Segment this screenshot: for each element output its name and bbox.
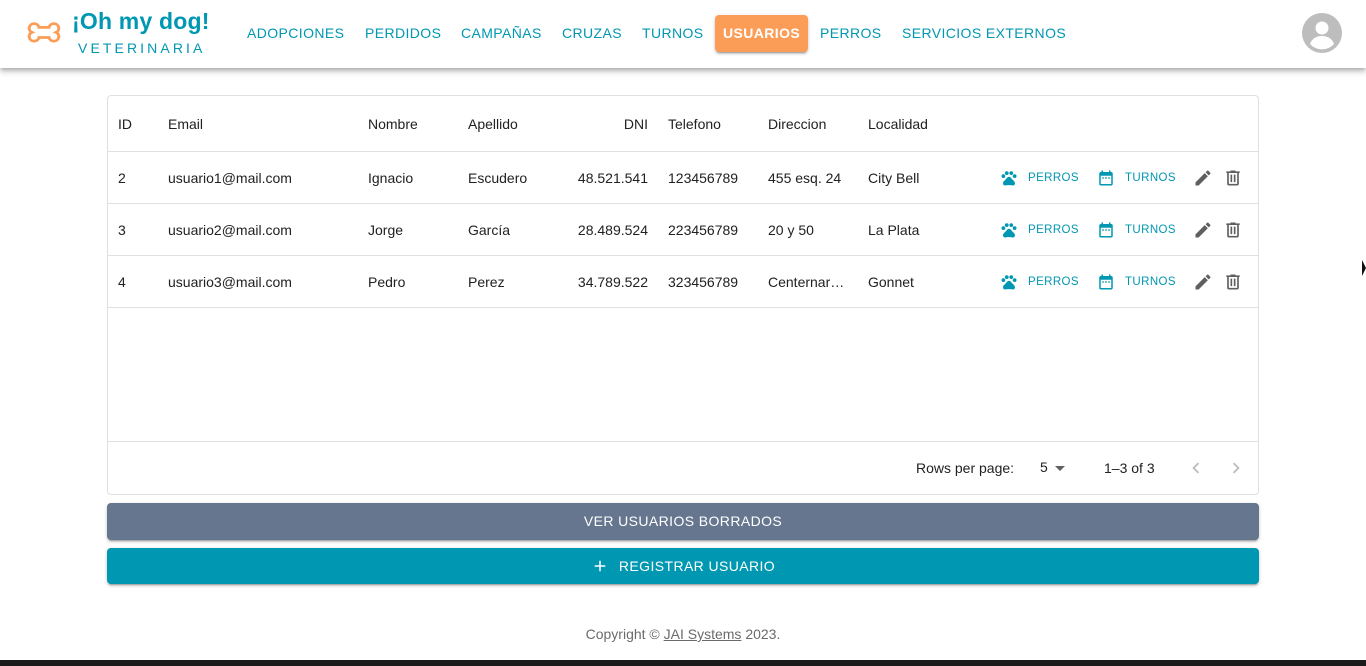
nav-turnos[interactable]: TURNOS: [642, 15, 704, 52]
column-header-localidad[interactable]: Localidad: [868, 96, 988, 151]
view-deleted-users-button[interactable]: VER USUARIOS BORRADOS: [107, 503, 1259, 540]
cell-localidad: La Plata: [868, 221, 920, 238]
cell-nombre: Pedro: [368, 273, 406, 290]
cell-id: 2: [118, 169, 126, 186]
company-link[interactable]: JAI Systems: [664, 626, 742, 642]
page-range: 1–3 of 3: [1104, 460, 1155, 476]
column-header-id[interactable]: ID: [118, 96, 158, 151]
cell-localidad: Gonnet: [868, 273, 914, 290]
nav-adopciones[interactable]: ADOPCIONES: [247, 15, 344, 52]
appointments-button-label: TURNOS: [1125, 224, 1176, 236]
cell-direccion: 455 esq. 24: [768, 169, 842, 186]
table-header-row: ID Email Nombre Apellido DNI Telefono Di…: [108, 96, 1258, 152]
copyright: Copyright © JAI Systems 2023.: [0, 626, 1366, 642]
delete-icon[interactable]: [1223, 220, 1243, 240]
column-header-dni[interactable]: DNI: [558, 96, 648, 151]
dogs-button-label: PERROS: [1028, 224, 1079, 236]
users-table: ID Email Nombre Apellido DNI Telefono Di…: [107, 95, 1259, 495]
column-header-email[interactable]: Email: [168, 96, 358, 151]
copyright-prefix: Copyright ©: [585, 626, 664, 642]
nav-servicios-externos[interactable]: SERVICIOS EXTERNOS: [902, 15, 1066, 52]
pencil-icon[interactable]: [1193, 220, 1213, 240]
dogs-button[interactable]: PERROS: [1000, 270, 1079, 294]
cell-dni: 48.521.541: [577, 169, 648, 186]
pencil-icon[interactable]: [1193, 272, 1213, 292]
table-row[interactable]: 4 usuario3@mail.com Pedro Perez 34.789.5…: [108, 256, 1258, 308]
paw-icon: [1001, 223, 1017, 238]
appointments-button[interactable]: TURNOS: [1097, 166, 1176, 190]
brand-subtitle: VETERINARIA: [78, 40, 206, 56]
dogs-button[interactable]: PERROS: [1000, 218, 1079, 242]
appointments-button[interactable]: TURNOS: [1097, 218, 1176, 242]
cell-id: 4: [118, 273, 126, 290]
appointments-button-label: TURNOS: [1125, 276, 1176, 288]
app-bar: ¡Oh my dog! VETERINARIA ADOPCIONES PERDI…: [0, 0, 1366, 68]
dogs-button-label: PERROS: [1028, 276, 1079, 288]
column-header-telefono[interactable]: Telefono: [668, 96, 758, 151]
cell-direccion: 20 y 50: [768, 221, 814, 238]
cell-direccion: Centernar…: [768, 273, 845, 290]
nav-cruzas[interactable]: CRUZAS: [562, 15, 622, 52]
table-row[interactable]: 3 usuario2@mail.com Jorge García 28.489.…: [108, 204, 1258, 256]
cell-apellido: García: [468, 221, 511, 238]
appointments-button[interactable]: TURNOS: [1097, 270, 1176, 294]
column-header-direccion[interactable]: Direccion: [768, 96, 858, 151]
cell-nombre: Jorge: [368, 221, 404, 238]
bottom-strip: [0, 660, 1366, 666]
bone-icon[interactable]: [26, 21, 62, 45]
calendar-icon: [1099, 274, 1113, 290]
chevron-right-icon[interactable]: [1225, 457, 1247, 479]
delete-icon[interactable]: [1223, 168, 1243, 188]
appointments-button-label: TURNOS: [1125, 172, 1176, 184]
delete-icon[interactable]: [1223, 272, 1243, 292]
cell-email: usuario2@mail.com: [168, 221, 292, 238]
cell-email: usuario1@mail.com: [168, 169, 292, 186]
rows-per-page-label: Rows per page:: [916, 460, 1015, 476]
cell-apellido: Escudero: [468, 169, 528, 186]
brand-title[interactable]: ¡Oh my dog!: [72, 8, 210, 35]
paw-icon: [1001, 171, 1017, 186]
account-circle-icon[interactable]: [1302, 13, 1342, 53]
cell-nombre: Ignacio: [368, 169, 414, 186]
calendar-icon: [1099, 170, 1113, 186]
pencil-icon[interactable]: [1193, 168, 1213, 188]
copyright-suffix: 2023.: [741, 626, 781, 642]
chevron-left-icon[interactable]: [1185, 457, 1207, 479]
cell-email: usuario3@mail.com: [168, 273, 292, 290]
paw-icon: [1001, 275, 1017, 290]
mouse-cursor-icon: [1362, 260, 1366, 276]
nav-perros[interactable]: PERROS: [820, 15, 882, 52]
table-pagination: Rows per page: 5 1–3 of 3: [108, 441, 1258, 494]
dogs-button-label: PERROS: [1028, 172, 1079, 184]
cell-dni: 28.489.524: [577, 221, 648, 238]
register-user-button[interactable]: REGISTRAR USUARIO: [107, 548, 1259, 584]
rows-per-page-select[interactable]: 5: [1040, 459, 1048, 475]
nav-campanas[interactable]: CAMPAÑAS: [461, 15, 542, 52]
cell-apellido: Perez: [468, 273, 505, 290]
calendar-icon: [1099, 222, 1113, 238]
cell-localidad: City Bell: [868, 169, 920, 186]
column-header-apellido[interactable]: Apellido: [468, 96, 558, 151]
column-header-nombre[interactable]: Nombre: [368, 96, 458, 151]
table-row[interactable]: 2 usuario1@mail.com Ignacio Escudero 48.…: [108, 152, 1258, 204]
nav-usuarios[interactable]: USUARIOS: [715, 15, 809, 52]
nav-perdidos[interactable]: PERDIDOS: [365, 15, 441, 52]
register-user-label: REGISTRAR USUARIO: [618, 558, 776, 574]
cell-id: 3: [118, 221, 126, 238]
cell-telefono: 223456789: [668, 221, 739, 238]
chevron-down-icon[interactable]: [1054, 465, 1066, 473]
cell-telefono: 323456789: [668, 273, 739, 290]
cell-telefono: 123456789: [668, 169, 739, 186]
dogs-button[interactable]: PERROS: [1000, 166, 1079, 190]
plus-icon: [594, 560, 606, 572]
cell-dni: 34.789.522: [577, 273, 648, 290]
